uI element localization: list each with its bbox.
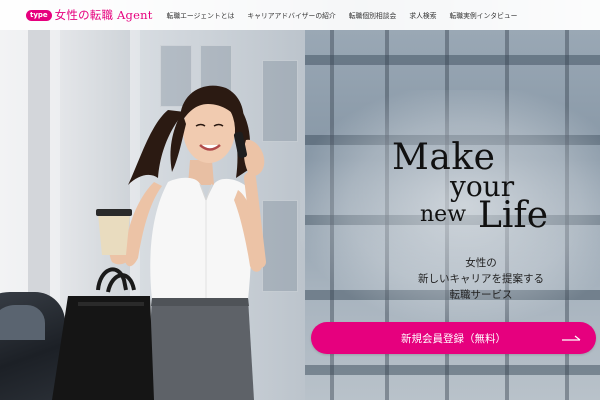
tagline-line: 新しいキャリアを提案する — [418, 273, 544, 285]
nav-item-consultation[interactable]: 転職個別相談会 — [349, 10, 397, 20]
tagline-line: 女性の — [465, 257, 497, 269]
nav-item-job-search[interactable]: 求人検索 — [409, 10, 436, 20]
hero-tagline: 女性の 新しいキャリアを提案する 転職サービス — [388, 255, 574, 303]
register-button[interactable]: 新規会員登録（無料） — [311, 322, 596, 354]
main-nav: 転職エージェントとは キャリアアドバイザーの紹介 転職個別相談会 求人検索 転職… — [167, 10, 518, 20]
nav-item-about-agent[interactable]: 転職エージェントとは — [167, 10, 235, 20]
arrow-right-icon — [562, 335, 581, 341]
logo-text: 女性の転職 Agent — [54, 8, 153, 22]
site-logo[interactable]: type 女性の転職 Agent — [26, 7, 153, 23]
nav-item-interviews[interactable]: 転職実例インタビュー — [450, 10, 518, 20]
site-header: type 女性の転職 Agent 転職エージェントとは キャリアアドバイザーの紹… — [0, 0, 600, 30]
nav-item-advisors[interactable]: キャリアアドバイザーの紹介 — [247, 10, 335, 20]
tagline-line: 転職サービス — [449, 289, 513, 301]
logo-badge: type — [26, 9, 52, 21]
register-button-label: 新規会員登録（無料） — [401, 332, 506, 345]
headline-new: new — [420, 202, 467, 227]
headline-life: Life — [478, 195, 549, 236]
